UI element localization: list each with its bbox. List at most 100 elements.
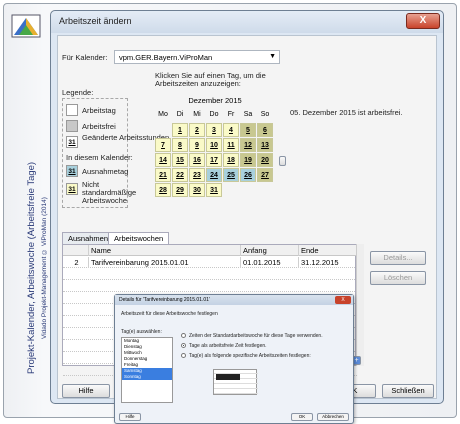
hours-grid[interactable] (213, 369, 258, 395)
calendar-day[interactable]: 15 (172, 153, 188, 167)
calendar-day[interactable]: 22 (172, 168, 188, 182)
calendar-empty-cell (257, 183, 273, 197)
selected-hours (216, 374, 240, 380)
details-ok-button[interactable]: OK (291, 413, 313, 421)
calendar-day[interactable]: 24 (206, 168, 222, 182)
side-panel: Projekt-Kalender, Arbeitswoche (Arbeitsf… (3, 3, 48, 418)
calendar-day[interactable]: 6 (257, 123, 273, 137)
calendar-value: vpm.GER.Bayern.ViProMan (119, 53, 213, 62)
tab-exceptions[interactable]: Ausnahmen (62, 232, 115, 244)
radio-default[interactable] (181, 333, 186, 338)
window-title: Arbeitszeit ändern (59, 16, 132, 26)
legend-title: Legende: (62, 88, 94, 97)
dialog-window: Arbeitszeit ändern X Für Kalender: vpm.G… (50, 10, 444, 424)
radio-specific[interactable] (181, 353, 186, 358)
calendar-day[interactable]: 26 (240, 168, 256, 182)
exception-swatch: 31 (66, 165, 78, 177)
logo-icon (11, 14, 41, 38)
calendar-day[interactable]: 27 (257, 168, 273, 182)
calendar-day[interactable]: 10 (206, 138, 222, 152)
month-title: Dezember 2015 (188, 96, 242, 105)
calendar-empty-cell (155, 123, 171, 137)
close-dialog-button[interactable]: Schließen (382, 384, 434, 398)
table-scrollbar[interactable] (356, 244, 364, 366)
calendar-day[interactable]: 28 (155, 183, 171, 197)
calendar-day[interactable]: 29 (172, 183, 188, 197)
details-title: Details für 'Tarifvereinbarung 2015.01.0… (119, 297, 210, 303)
help-button[interactable]: Hilfe (62, 384, 110, 398)
close-icon[interactable]: X (335, 296, 351, 304)
calendar-day[interactable]: 21 (155, 168, 171, 182)
nonwork-swatch (66, 120, 78, 132)
calendar-day[interactable]: 25 (223, 168, 239, 182)
month-calendar: Dezember 2015 Mo Di Mi Do Fr Sa So 1 2 3 4 5 6 7 8 9 10 1… (155, 96, 275, 197)
row-name[interactable]: Tarifvereinbarung 2015.01.01 (89, 257, 241, 268)
legend-box: Arbeitstag Arbeitsfrei 31 Geänderte Arbe… (62, 98, 169, 208)
calendar-day[interactable]: 2 (189, 123, 205, 137)
calendar-day[interactable]: 11 (223, 138, 239, 152)
legend-exception: Ausnahmetag (82, 167, 129, 176)
table-header: Name Anfang Ende (63, 245, 357, 256)
table-row[interactable] (63, 269, 357, 280)
legend-nonstandard: Nicht standardmäßige Arbeitswoche (82, 180, 137, 205)
calendar-scroll-thumb[interactable] (279, 156, 286, 166)
weekday-header: So (260, 111, 270, 118)
option-specific: Tag(e) als folgende spezifische Arbeitsz… (189, 353, 311, 359)
day-list-item[interactable]: Sonntag (122, 374, 172, 380)
calendar-day[interactable]: 7 (155, 138, 171, 152)
month-header: Dezember 2015 (155, 96, 275, 106)
close-button[interactable]: X (406, 13, 440, 29)
details-cancel-button[interactable]: Abbrechen (317, 413, 349, 421)
details-group-label: Arbeitszeit für diese Arbeitswoche festl… (121, 311, 218, 317)
chevron-down-icon[interactable]: ▼ (269, 53, 276, 60)
delete-button[interactable]: Löschen (370, 271, 426, 285)
nonstandard-swatch: 31 (66, 183, 78, 195)
calendar-day[interactable]: 9 (189, 138, 205, 152)
calendar-select[interactable]: vpm.GER.Bayern.ViProMan ▼ (114, 50, 280, 64)
row-start[interactable]: 01.01.2015 (241, 257, 299, 268)
table-row[interactable]: 2 Tarifvereinbarung 2015.01.01 01.01.201… (63, 257, 357, 268)
calendar-day[interactable]: 4 (223, 123, 239, 137)
radio-nonwork[interactable] (181, 343, 186, 348)
details-title-bar: Details für 'Tarifvereinbarung 2015.01.0… (115, 295, 353, 305)
legend-nonwork: Arbeitsfrei (82, 122, 116, 131)
calendar-grid: Mo Di Mi Do Fr Sa So 1 2 3 4 5 6 7 8 9 10 11 12 13 14 15 16 17 1… (155, 108, 275, 197)
calendar-day[interactable]: 23 (189, 168, 205, 182)
calendar-day[interactable]: 12 (240, 138, 256, 152)
calendar-day[interactable]: 31 (206, 183, 222, 197)
row-end[interactable]: 31.12.2015 (299, 257, 357, 268)
calendar-day[interactable]: 16 (189, 153, 205, 167)
dialog-body: Für Kalender: vpm.GER.Bayern.ViProMan ▼ L… (57, 35, 437, 424)
weekday-header: Do (209, 111, 219, 118)
calendar-day[interactable]: 14 (155, 153, 171, 167)
details-button[interactable]: Details... (370, 251, 426, 265)
weekday-header: Fr (227, 111, 235, 118)
option-default: Zeiten der Standardarbeitswoche für dies… (189, 333, 323, 339)
weekday-header: Sa (243, 111, 253, 118)
calendar-day[interactable]: 3 (206, 123, 222, 137)
day-list[interactable]: Montag Dienstag Mittwoch Donnerstag Freitag S… (121, 337, 173, 403)
calendar-empty-cell (223, 183, 239, 197)
calendar-day[interactable]: 20 (257, 153, 273, 167)
weekday-header: Di (176, 111, 184, 118)
table-row[interactable] (63, 281, 357, 292)
row-index: 2 (63, 257, 89, 268)
col-start: Anfang (241, 245, 299, 256)
legend-section: In diesem Kalender: (66, 153, 133, 162)
calendar-day[interactable]: 8 (172, 138, 188, 152)
calendar-empty-cell (240, 183, 256, 197)
tab-workweeks[interactable]: Arbeitswochen (108, 232, 170, 244)
calendar-day[interactable]: 30 (189, 183, 205, 197)
calendar-day[interactable]: 5 (240, 123, 256, 137)
select-days-label: Tag(e) auswählen: (121, 329, 162, 335)
option-nonwork: Tage als arbeitsfreie Zeit festlegen. (189, 343, 267, 349)
calendar-day[interactable]: 1 (172, 123, 188, 137)
details-help-button[interactable]: Hilfe (119, 413, 141, 421)
calendar-day[interactable]: 17 (206, 153, 222, 167)
changed-swatch: 31 (66, 136, 78, 148)
weekday-header: Mo (158, 111, 168, 118)
calendar-day[interactable]: 19 (240, 153, 256, 167)
col-name: Name (89, 245, 241, 256)
calendar-day[interactable]: 13 (257, 138, 273, 152)
calendar-day[interactable]: 18 (223, 153, 239, 167)
